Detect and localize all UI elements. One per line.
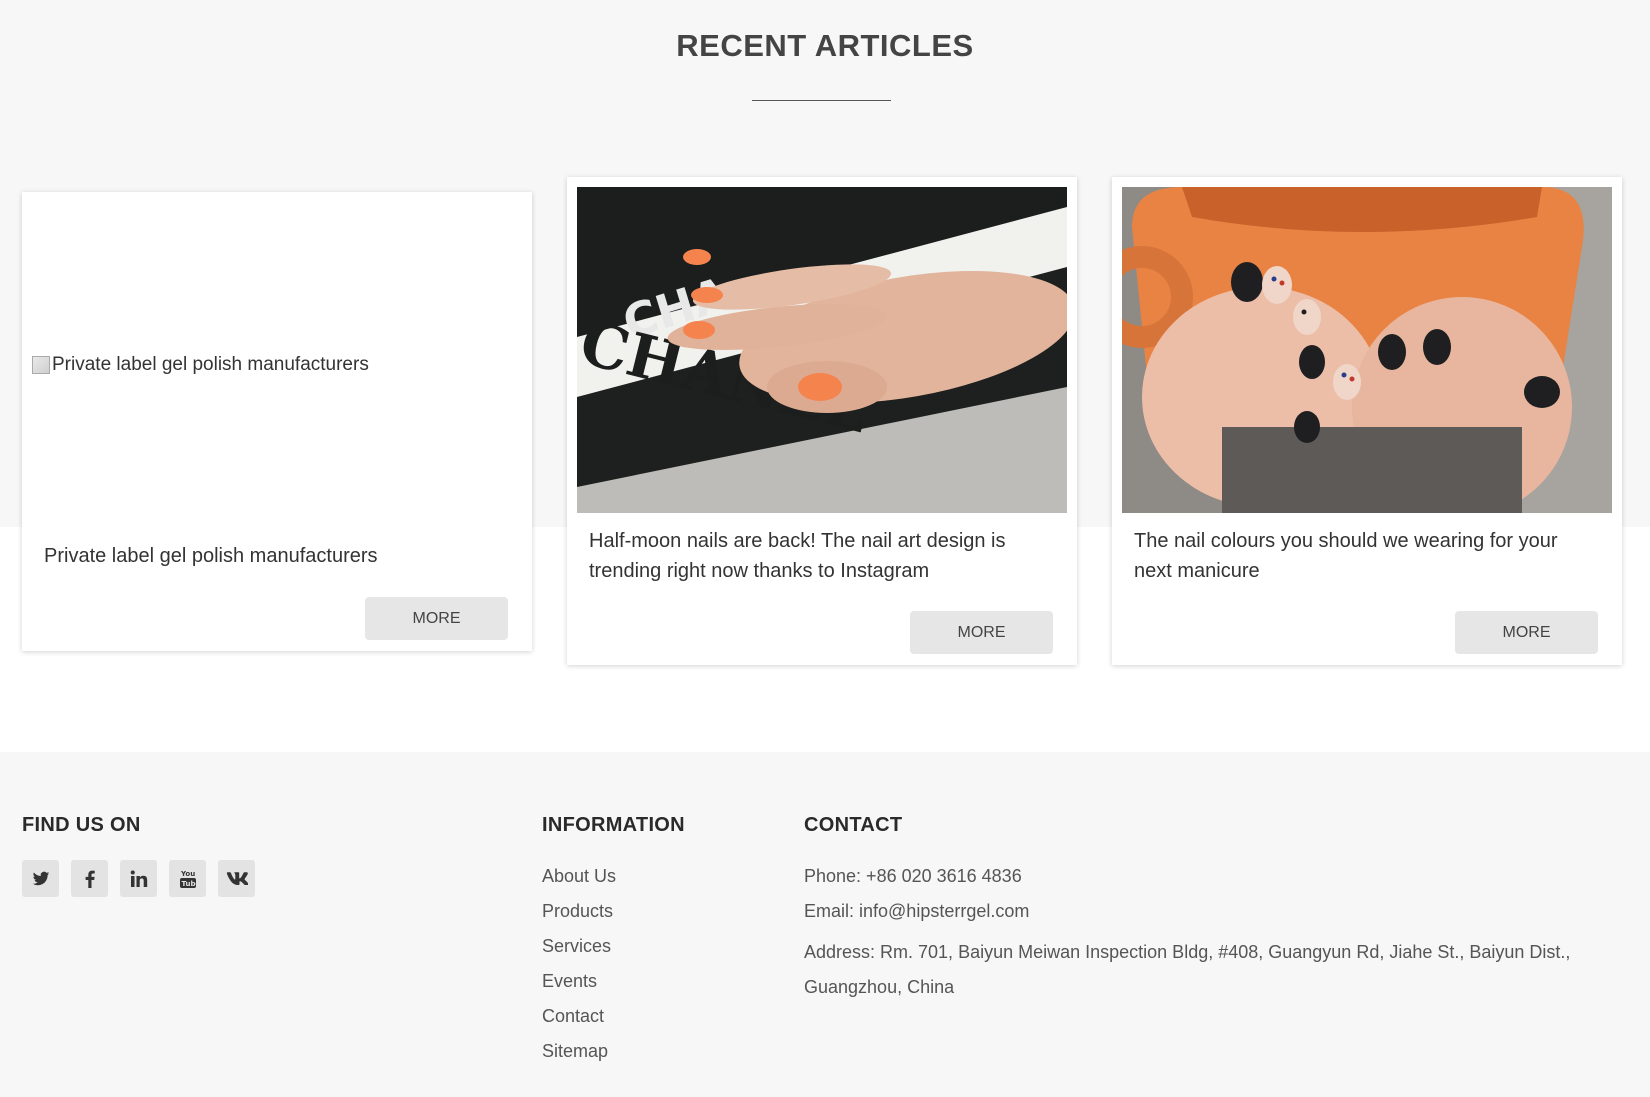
- section-title: RECENT ARTICLES: [676, 28, 974, 63]
- article-image-broken[interactable]: Private label gel polish manufacturers: [32, 354, 369, 376]
- more-button[interactable]: MORE: [910, 611, 1053, 654]
- linkedin-icon[interactable]: [120, 860, 157, 897]
- footer-link-sitemap[interactable]: Sitemap: [542, 1040, 616, 1075]
- footer-link-about[interactable]: About Us: [542, 865, 616, 900]
- article-image[interactable]: CHA CHANEL: [577, 187, 1067, 513]
- svg-text:You: You: [180, 870, 195, 878]
- footer: FIND US ON You Tube INFORMATION About Us …: [0, 752, 1650, 1097]
- find-us-title: FIND US ON: [22, 814, 141, 836]
- footer-link-products[interactable]: Products: [542, 900, 616, 935]
- article-card: CHA CHANEL Half-moon nails are back! The…: [567, 177, 1077, 665]
- footer-link-services[interactable]: Services: [542, 935, 616, 970]
- article-card: The nail colours you should we wearing f…: [1112, 177, 1622, 665]
- social-links: You Tube: [22, 860, 255, 897]
- footer-link-events[interactable]: Events: [542, 970, 616, 1005]
- contact-address: Address: Rm. 701, Baiyun Meiwan Inspecti…: [804, 942, 1571, 997]
- contact-phone: Phone: +86 020 3616 4836: [804, 866, 1022, 886]
- article-title[interactable]: Private label gel polish manufacturers: [44, 541, 504, 571]
- facebook-icon[interactable]: [71, 860, 108, 897]
- information-links: About Us Products Services Events Contac…: [542, 865, 616, 1075]
- article-card: Private label gel polish manufacturers P…: [22, 192, 532, 651]
- information-title: INFORMATION: [542, 814, 685, 836]
- contact-details: Phone: +86 020 3616 4836 Email: info@hip…: [804, 865, 1594, 1005]
- svg-text:Tube: Tube: [181, 880, 197, 888]
- twitter-icon[interactable]: [22, 860, 59, 897]
- youtube-icon[interactable]: You Tube: [169, 860, 206, 897]
- article-title[interactable]: Half-moon nails are back! The nail art d…: [589, 526, 1049, 586]
- contact-email[interactable]: Email: info@hipsterrgel.com: [804, 900, 1594, 935]
- more-button[interactable]: MORE: [1455, 611, 1598, 654]
- vk-icon[interactable]: [218, 860, 255, 897]
- article-image-alt: Private label gel polish manufacturers: [52, 354, 369, 375]
- broken-image-icon: [32, 356, 50, 374]
- title-divider: [752, 100, 891, 101]
- more-button[interactable]: MORE: [365, 597, 508, 640]
- article-image[interactable]: [1122, 187, 1612, 513]
- footer-link-contact[interactable]: Contact: [542, 1005, 616, 1040]
- contact-title: CONTACT: [804, 814, 903, 836]
- article-title[interactable]: The nail colours you should we wearing f…: [1134, 526, 1594, 586]
